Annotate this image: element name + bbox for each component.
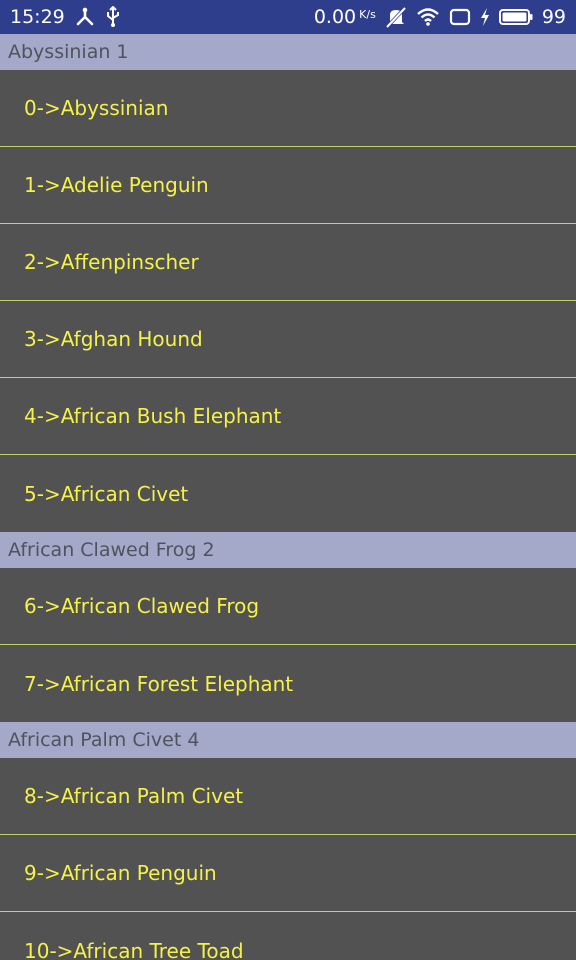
list-item[interactable]: 8->African Palm Civet	[0, 758, 576, 835]
network-speed: 0.00 K/s	[314, 6, 376, 28]
screen-rotation-icon	[449, 6, 471, 28]
list-item[interactable]: 4->African Bush Elephant	[0, 378, 576, 455]
usb-debug-icon	[75, 6, 95, 28]
list-item[interactable]: 10->African Tree Toad	[0, 912, 576, 960]
status-left: 15:29	[10, 6, 121, 28]
charging-icon	[480, 6, 490, 28]
list-item[interactable]: 6->African Clawed Frog	[0, 568, 576, 645]
wifi-icon	[416, 6, 440, 28]
network-speed-value: 0.00	[313, 6, 357, 28]
screen: 15:29 0.00 K/s 99 Abyssinian 1 0->Abyssi…	[0, 0, 576, 960]
battery-level: 99	[541, 6, 566, 28]
battery-icon	[498, 6, 533, 28]
section-header: Abyssinian 1	[0, 34, 576, 70]
section-header: African Clawed Frog 2	[0, 532, 576, 568]
list-item[interactable]: 0->Abyssinian	[0, 70, 576, 147]
list-item[interactable]: 1->Adelie Penguin	[0, 147, 576, 224]
list-item[interactable]: 5->African Civet	[0, 455, 576, 532]
animal-list[interactable]: Abyssinian 1 0->Abyssinian 1->Adelie Pen…	[0, 34, 576, 960]
status-right: 0.00 K/s 99	[314, 6, 566, 28]
network-speed-unit: K/s	[359, 8, 376, 21]
list-item[interactable]: 2->Affenpinscher	[0, 224, 576, 301]
list-item[interactable]: 7->African Forest Elephant	[0, 645, 576, 722]
usb-icon	[105, 6, 121, 28]
section-header: African Palm Civet 4	[0, 722, 576, 758]
status-time: 15:29	[10, 6, 65, 28]
list-item[interactable]: 3->Afghan Hound	[0, 301, 576, 378]
list-item[interactable]: 9->African Penguin	[0, 835, 576, 912]
status-bar: 15:29 0.00 K/s 99	[0, 0, 576, 34]
mute-icon	[385, 6, 407, 28]
